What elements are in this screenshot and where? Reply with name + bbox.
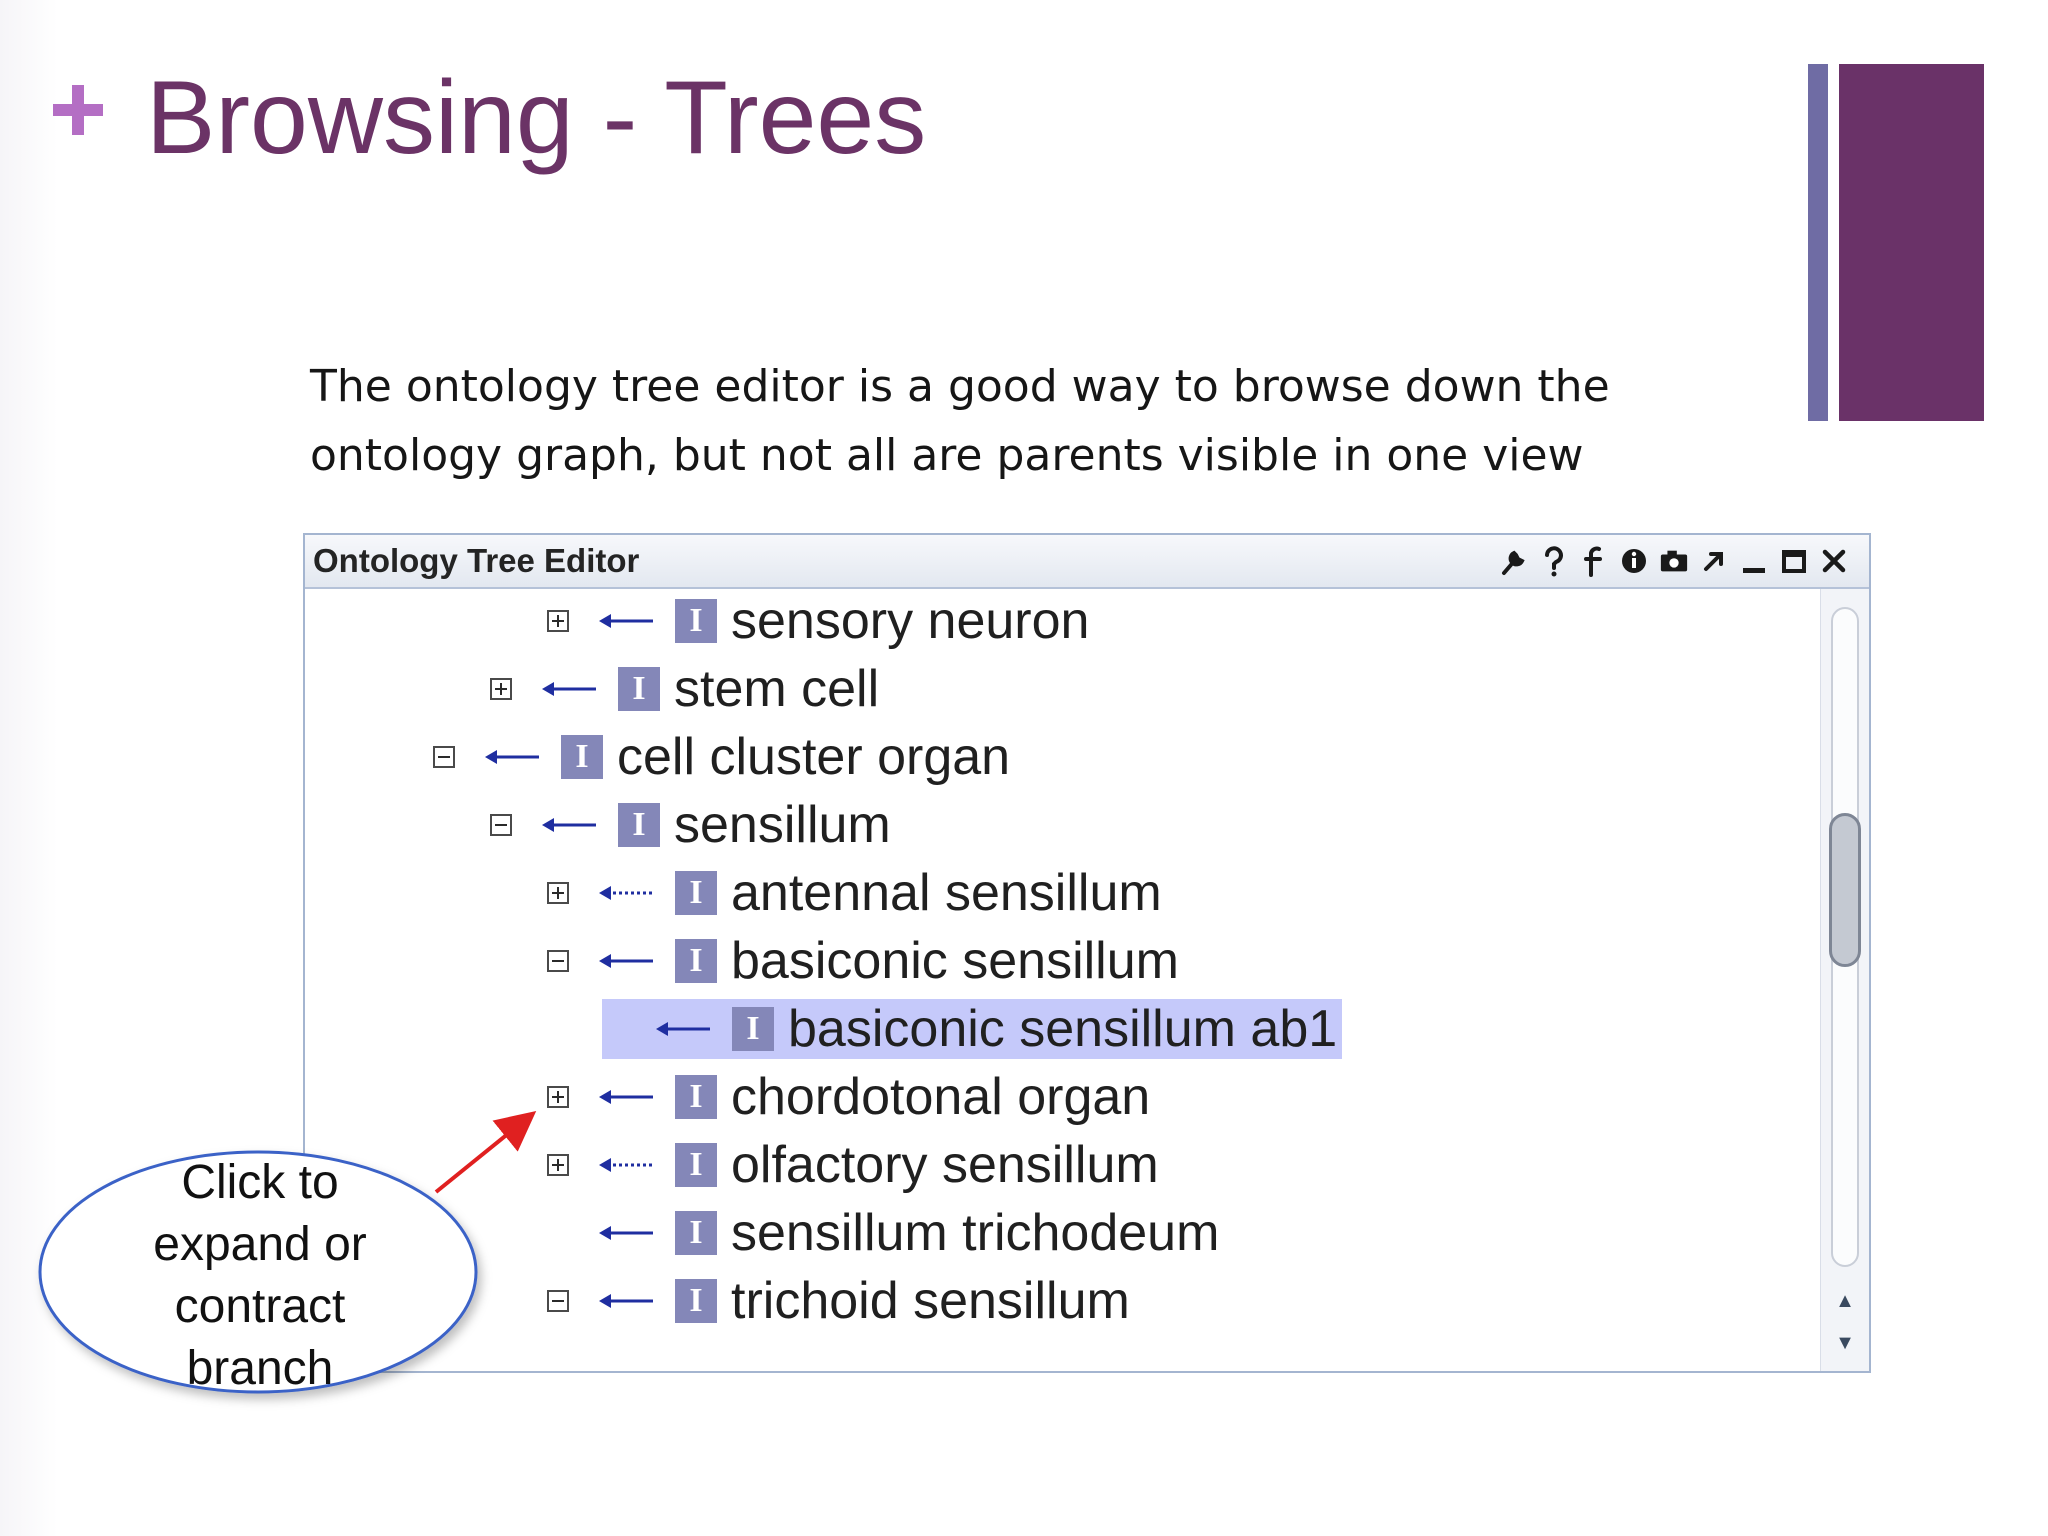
ontology-tree-editor-window: Ontology Tree Editor I sensory neuron I …	[303, 533, 1871, 1373]
collapse-icon[interactable]	[433, 746, 455, 768]
tree-node-label: cell cluster organ	[617, 728, 1011, 786]
expand-icon[interactable]	[547, 882, 569, 904]
window-toolbar	[1499, 539, 1849, 583]
instance-type-icon: I	[618, 667, 660, 711]
window-title: Ontology Tree Editor	[313, 542, 640, 579]
instance-type-icon: I	[561, 735, 603, 779]
slide-body-text: The ontology tree editor is a good way t…	[310, 352, 1750, 490]
type-icon-letter: I	[689, 602, 703, 639]
instance-type-icon: I	[675, 871, 717, 915]
body-line-1: The ontology tree editor is a good way t…	[310, 361, 1610, 412]
body-line-2: ontology graph, but not all are parents …	[310, 430, 1584, 481]
expand-icon[interactable]	[547, 1086, 569, 1108]
tree-node-label: chordotonal organ	[731, 1068, 1151, 1126]
tree-node-label: trichoid sensillum	[731, 1272, 1130, 1330]
accent-bar-thick	[1839, 64, 1984, 421]
slide-left-shade	[0, 0, 58, 1536]
expand-icon[interactable]	[547, 1154, 569, 1176]
tree-row[interactable]: Isensory neuron	[547, 589, 1647, 653]
type-icon-letter: I	[689, 874, 703, 911]
minimize-icon[interactable]	[1739, 543, 1769, 579]
help-icon[interactable]	[1539, 543, 1569, 579]
tree-node-label: antennal sensillum	[731, 864, 1162, 922]
relation-arrow-icon	[599, 1294, 653, 1308]
popout-icon[interactable]	[1699, 543, 1729, 579]
vertical-scrollbar[interactable]: ▲ ▼	[1820, 589, 1869, 1371]
tree-row[interactable]: Ichordotonal organ	[547, 1065, 1647, 1129]
scroll-up-arrow-icon[interactable]: ▲	[1833, 1289, 1857, 1313]
instance-type-icon: I	[675, 1143, 717, 1187]
dotted-relation-arrow-icon	[599, 886, 653, 900]
callout-text: Click to expand or contract branch	[110, 1152, 410, 1400]
relation-arrow-icon	[599, 614, 653, 628]
collapse-icon[interactable]	[547, 950, 569, 972]
tree-node-label: sensory neuron	[731, 592, 1090, 650]
tree-row[interactable]: Isensillum trichodeum	[547, 1201, 1647, 1265]
relation-arrow-icon	[599, 1090, 653, 1104]
info-icon[interactable]	[1619, 543, 1649, 579]
tree-row[interactable]: Iolfactory sensillum	[547, 1133, 1647, 1197]
tree-node-label: sensillum trichodeum	[731, 1204, 1220, 1262]
instance-type-icon: I	[675, 599, 717, 643]
collapse-icon[interactable]	[490, 814, 512, 836]
instance-type-icon: I	[675, 1279, 717, 1323]
tree-row[interactable]: Icell cluster organ	[433, 725, 1533, 789]
type-icon-letter: I	[632, 806, 646, 843]
tree-row[interactable]: Itrichoid sensillum	[547, 1269, 1647, 1333]
expand-icon[interactable]	[547, 610, 569, 632]
wrench-icon[interactable]	[1499, 543, 1529, 579]
tree-row-selected[interactable]: Ibasiconic sensillum ab1	[602, 997, 1704, 1061]
slide-title: Browsing - Trees	[146, 60, 927, 176]
dotted-relation-arrow-icon	[599, 1158, 653, 1172]
type-icon-letter: I	[689, 942, 703, 979]
callout-line-2: expand or	[153, 1218, 367, 1271]
tree-row[interactable]: Istem cell	[490, 657, 1590, 721]
tree-row[interactable]: Isensillum	[490, 793, 1590, 857]
type-icon-letter: I	[689, 1146, 703, 1183]
instance-type-icon: I	[732, 1007, 774, 1051]
relation-arrow-icon	[485, 750, 539, 764]
scroll-thumb[interactable]	[1829, 813, 1861, 967]
accent-bar-thin	[1808, 64, 1828, 421]
callout-line-3: contract	[174, 1280, 346, 1333]
tree-row[interactable]: Ibasiconic sensillum	[547, 929, 1647, 993]
tree-node-label: olfactory sensillum	[731, 1136, 1159, 1194]
relation-arrow-icon	[599, 1226, 653, 1240]
close-icon[interactable]	[1819, 543, 1849, 579]
tree-node-label: sensillum	[674, 796, 891, 854]
collapse-icon[interactable]	[547, 1290, 569, 1312]
camera-icon[interactable]	[1659, 543, 1689, 579]
type-icon-letter: I	[746, 1010, 760, 1047]
type-icon-letter: I	[575, 738, 589, 775]
instance-type-icon: I	[675, 1211, 717, 1255]
tree-node-label: basiconic sensillum	[731, 932, 1179, 990]
relation-arrow-icon	[599, 954, 653, 968]
plus-bullet-icon	[48, 80, 108, 140]
instance-type-icon: I	[675, 1075, 717, 1119]
scroll-down-arrow-icon[interactable]: ▼	[1833, 1331, 1857, 1355]
instance-type-icon: I	[675, 939, 717, 983]
filter-icon[interactable]	[1579, 543, 1609, 579]
type-icon-letter: I	[632, 670, 646, 707]
type-icon-letter: I	[689, 1214, 703, 1251]
tree-node-label: basiconic sensillum ab1	[788, 1000, 1338, 1058]
tree-node-label: stem cell	[674, 660, 880, 718]
callout-line-4: branch	[186, 1342, 334, 1395]
relation-arrow-icon	[656, 1022, 710, 1036]
relation-arrow-icon	[542, 682, 596, 696]
maximize-icon[interactable]	[1779, 543, 1809, 579]
window-titlebar: Ontology Tree Editor	[305, 535, 1869, 589]
tree-row[interactable]: Iantennal sensillum	[547, 861, 1647, 925]
instance-type-icon: I	[618, 803, 660, 847]
ontology-tree: Isensory neuron Istem cell Icell cluster o…	[305, 589, 1821, 1371]
type-icon-letter: I	[689, 1282, 703, 1319]
callout-line-1: Click to	[181, 1156, 339, 1209]
type-icon-letter: I	[689, 1078, 703, 1115]
expand-icon[interactable]	[490, 678, 512, 700]
relation-arrow-icon	[542, 818, 596, 832]
